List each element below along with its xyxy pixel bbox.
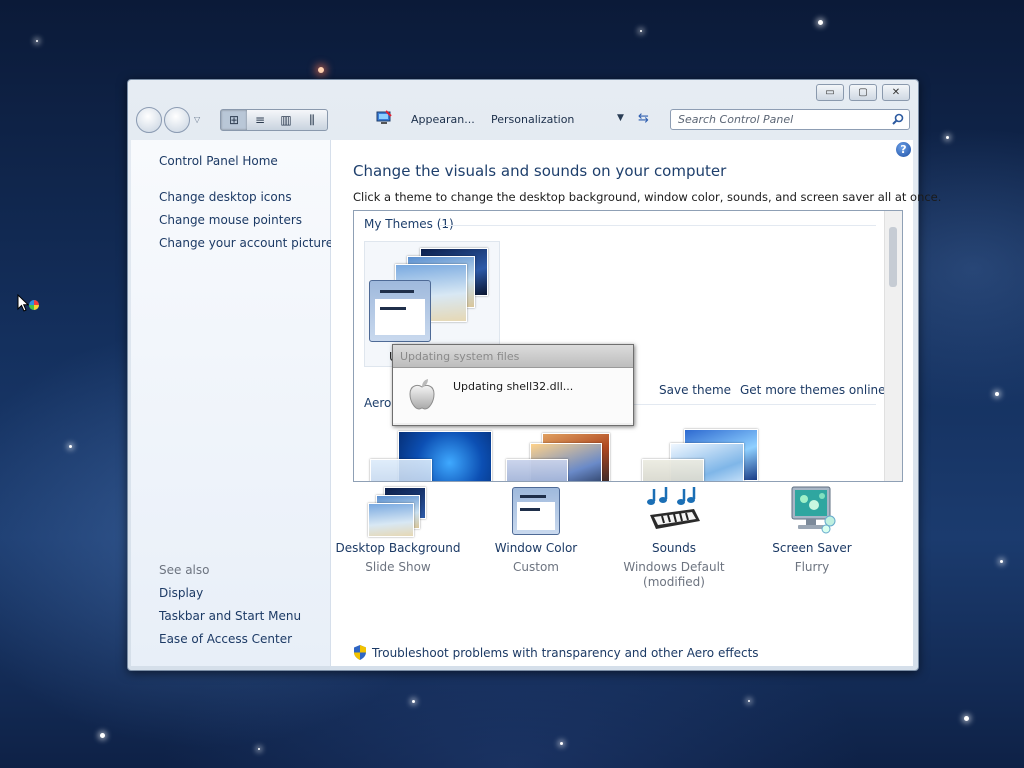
my-themes-group-label: My Themes (1) <box>364 217 454 231</box>
sounds-label: Sounds <box>651 541 697 555</box>
themes-scrollbar[interactable] <box>884 211 902 481</box>
page-description: Click a theme to change the desktop back… <box>353 190 942 204</box>
help-icon[interactable]: ? <box>896 142 911 157</box>
page-title: Change the visuals and sounds on your co… <box>353 162 727 180</box>
busy-cursor-icon <box>17 293 43 314</box>
aero-themes-group-label: Aero <box>364 396 392 410</box>
search-icon[interactable] <box>892 113 904 125</box>
troubleshoot-link[interactable]: Troubleshoot problems with transparency … <box>353 645 759 660</box>
scrollbar-thumb[interactable] <box>889 227 897 287</box>
columns-view-button[interactable]: ▥ <box>273 110 299 130</box>
updating-system-files-dialog: Updating system files Updating shell32.d… <box>392 344 634 426</box>
control-panel-icon <box>376 110 392 126</box>
window-color-value: Custom <box>513 560 559 574</box>
aero-theme-architecture-color <box>506 459 568 481</box>
window-color-feature[interactable]: Window Color Custom <box>471 485 601 575</box>
screen-saver-icon <box>782 485 842 537</box>
back-button[interactable] <box>136 107 162 133</box>
window-color-label: Window Color <box>494 541 578 555</box>
address-dropdown-icon[interactable]: ▼ <box>617 113 624 123</box>
aero-theme-characters-color <box>642 459 704 481</box>
save-theme-link[interactable]: Save theme <box>659 383 731 397</box>
desktop-background-label: Desktop Background <box>335 541 461 555</box>
taskbar-start-menu-link[interactable]: Taskbar and Start Menu <box>159 609 301 623</box>
change-desktop-icons-link[interactable]: Change desktop icons <box>159 190 292 204</box>
dialog-title: Updating system files <box>400 350 520 363</box>
breadcrumb-appearance[interactable]: Appearan... <box>411 113 475 126</box>
refresh-icon[interactable]: ⇆ <box>638 111 649 126</box>
control-panel-home-link[interactable]: Control Panel Home <box>159 154 278 168</box>
desktop-background-value: Slide Show <box>365 560 431 574</box>
details-view-button[interactable]: ⫼ <box>299 110 325 130</box>
screen-saver-feature[interactable]: Screen Saver Flurry <box>747 485 877 575</box>
change-account-picture-link[interactable]: Change your account picture <box>159 236 333 250</box>
see-also-label: See also <box>159 563 210 577</box>
change-mouse-pointers-link[interactable]: Change mouse pointers <box>159 213 302 227</box>
window-color-preview <box>369 280 431 342</box>
recent-pages-dropdown[interactable]: ▽ <box>194 115 200 124</box>
dialog-body: Updating shell32.dll... <box>393 368 633 423</box>
window-color-icon <box>506 485 566 537</box>
minimize-button[interactable]: ▭ <box>816 84 844 101</box>
navigation-toolbar: ▽ ⊞ ≡ ▥ ⫼ Appearan... Personalization ▼ … <box>134 106 910 136</box>
desktop-background-feature[interactable]: Desktop Background Slide Show <box>333 485 463 575</box>
screen-saver-value: Flurry <box>794 560 830 574</box>
aero-theme-windows7-color <box>370 459 432 481</box>
dialog-message: Updating shell32.dll... <box>453 380 574 393</box>
title-bar[interactable]: ▭ ▢ ✕ <box>128 80 918 104</box>
sounds-icon <box>644 485 704 537</box>
forward-button[interactable] <box>164 107 190 133</box>
search-input[interactable]: Search Control Panel <box>670 109 910 130</box>
theme-feature-row: Desktop Background Slide Show Window Col… <box>331 485 913 595</box>
ease-of-access-link[interactable]: Ease of Access Center <box>159 632 292 646</box>
display-link[interactable]: Display <box>159 586 203 600</box>
group-divider <box>440 225 876 226</box>
maximize-button[interactable]: ▢ <box>849 84 877 101</box>
get-more-themes-link[interactable]: Get more themes online <box>740 383 886 397</box>
sounds-feature[interactable]: Sounds Windows Default (modified) <box>609 485 739 590</box>
dialog-title-bar[interactable]: Updating system files <box>393 345 633 368</box>
large-icons-view-button[interactable]: ⊞ <box>221 110 247 130</box>
list-view-button[interactable]: ≡ <box>247 110 273 130</box>
close-button[interactable]: ✕ <box>882 84 910 101</box>
shield-icon <box>353 645 367 660</box>
sidebar: Control Panel Home Change desktop icons … <box>131 140 333 666</box>
desktop-background-icon <box>368 485 428 537</box>
search-placeholder: Search Control Panel <box>678 113 794 126</box>
screen-saver-label: Screen Saver <box>772 541 852 555</box>
apple-logo-icon <box>407 378 437 410</box>
breadcrumb-personalization[interactable]: Personalization <box>491 113 574 126</box>
sounds-value: Windows Default (modified) <box>623 560 725 589</box>
view-mode-group: ⊞ ≡ ▥ ⫼ <box>220 109 328 131</box>
troubleshoot-label: Troubleshoot problems with transparency … <box>372 646 759 660</box>
